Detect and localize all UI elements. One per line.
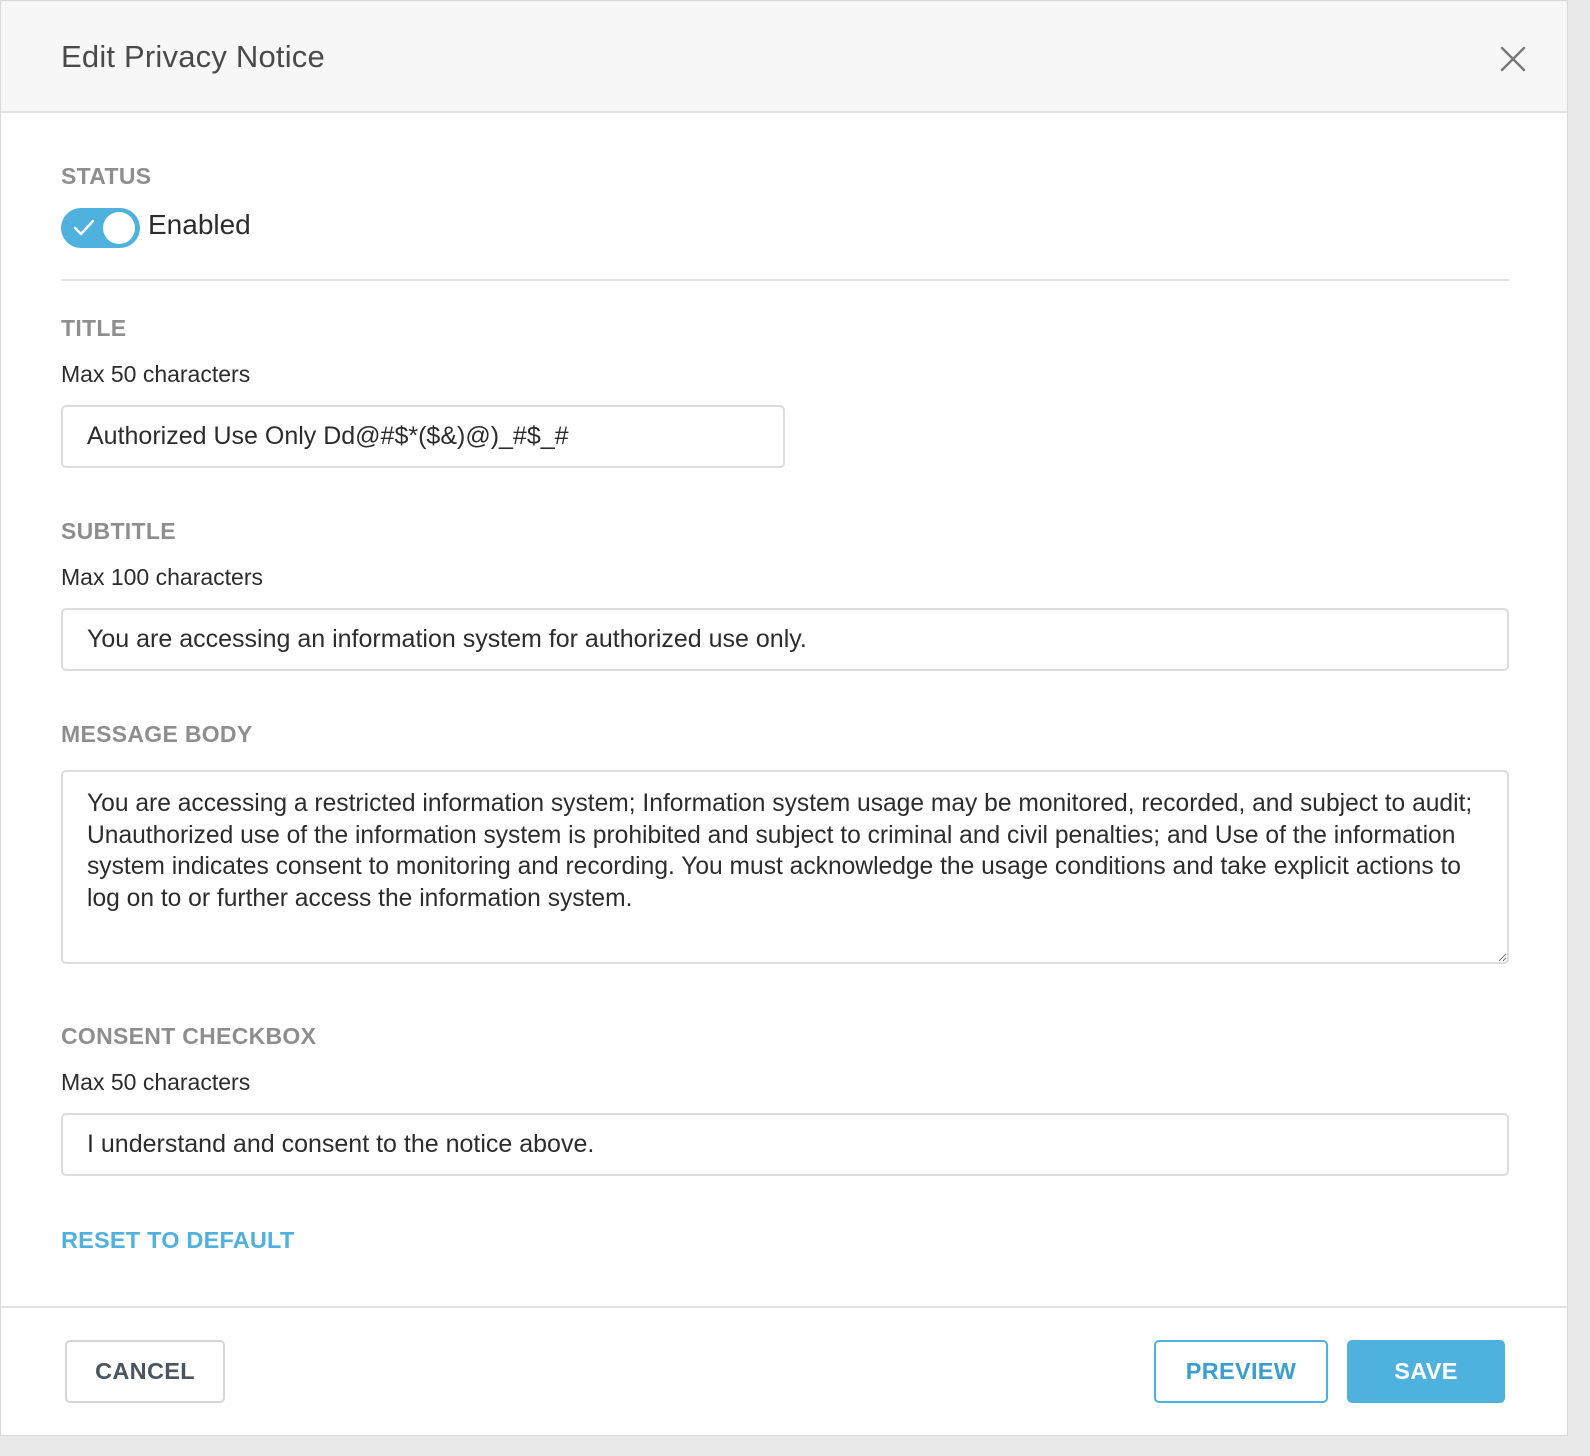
message-body-textarea[interactable]: You are accessing a restricted informati… [61,770,1509,964]
checkmark-icon [73,219,95,236]
close-button[interactable] [1491,37,1535,81]
reset-to-default-link[interactable]: RESET TO DEFAULT [61,1227,294,1254]
message-body-label: MESSAGE BODY [61,721,253,747]
title-label: TITLE [61,315,127,341]
close-icon [1500,46,1526,72]
status-toggle-label: Enabled [148,209,251,240]
dialog-title: Edit Privacy Notice [61,39,325,74]
consent-input[interactable] [61,1113,1509,1176]
consent-checkbox-label: CONSENT CHECKBOX [61,1023,317,1049]
subtitle-label: SUBTITLE [61,518,176,544]
subtitle-input[interactable] [61,608,1509,671]
dialog-header: Edit Privacy Notice [1,1,1567,113]
toggle-knob [103,212,135,244]
cancel-button[interactable]: CANCEL [65,1340,225,1403]
status-label: STATUS [61,163,152,189]
consent-helper-text: Max 50 characters [61,1069,251,1095]
title-input[interactable] [61,405,785,468]
section-divider [61,279,1509,281]
preview-button[interactable]: PREVIEW [1154,1340,1328,1403]
footer-divider [1,1306,1567,1308]
subtitle-helper-text: Max 100 characters [61,564,263,590]
save-button[interactable]: SAVE [1347,1340,1505,1403]
status-toggle[interactable] [61,208,140,248]
edit-privacy-notice-dialog: Edit Privacy Notice STATUS Enabled TITLE… [0,0,1568,1436]
title-helper-text: Max 50 characters [61,361,251,387]
